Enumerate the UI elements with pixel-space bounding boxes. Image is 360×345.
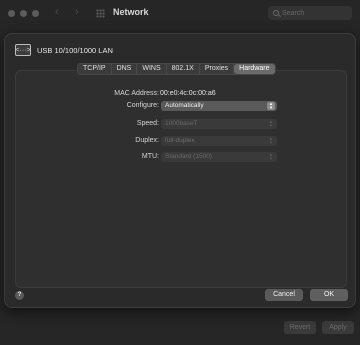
settings-tabs: TCP/IP DNS WINS 802.1X Proxies Hardware	[77, 63, 276, 75]
mtu-label: MTU:	[141, 153, 159, 160]
window-title: Network	[113, 7, 149, 17]
forward-arrow-icon[interactable]: ›	[75, 6, 79, 18]
back-arrow-icon[interactable]: ‹	[55, 6, 59, 18]
ethernet-icon: <···>	[15, 44, 31, 56]
configure-popup[interactable]: Automatically ▴ ▾	[161, 101, 277, 111]
up-down-chevron-icon: ▴ ▾	[269, 152, 273, 162]
minimize-window-button[interactable]	[20, 10, 27, 17]
up-down-chevron-icon: ▴ ▾	[269, 136, 273, 146]
search-placeholder: Search	[282, 9, 305, 17]
duplex-value: full-duplex	[165, 137, 195, 144]
tab-proxies[interactable]: Proxies	[200, 64, 235, 74]
tab-wins[interactable]: WINS	[137, 64, 167, 74]
configure-row: Configure: Automatically ▴ ▾	[5, 100, 357, 112]
title-bar: ‹ › Network Search	[0, 0, 360, 26]
mtu-row: MTU: Standard (1500) ▴ ▾	[5, 151, 357, 163]
show-all-grid-icon[interactable]	[96, 9, 105, 18]
mac-address-label: MAC Address:	[114, 90, 159, 97]
speed-popup[interactable]: 1000baseT ▴ ▾	[161, 119, 277, 129]
mac-address-row: MAC Address: 00:e0:4c:0c:00:a6	[5, 88, 357, 100]
close-window-button[interactable]	[8, 10, 15, 17]
up-down-chevron-icon: ▴ ▾	[269, 119, 273, 129]
ok-button[interactable]: OK	[310, 289, 348, 301]
up-down-chevron-icon: ▴ ▾	[267, 102, 275, 111]
mac-address-value: 00:e0:4c:0c:00:a6	[160, 90, 216, 97]
search-icon	[273, 10, 279, 16]
revert-button[interactable]: Revert	[284, 321, 316, 334]
apply-button[interactable]: Apply	[322, 321, 354, 334]
interface-name: USB 10/100/1000 LAN	[37, 45, 113, 55]
cancel-button[interactable]: Cancel	[265, 289, 303, 301]
help-button[interactable]: ?	[15, 291, 24, 300]
tab-tcpip[interactable]: TCP/IP	[78, 64, 112, 74]
speed-label: Speed:	[136, 120, 159, 127]
speed-row: Speed: 1000baseT ▴ ▾	[5, 118, 357, 130]
duplex-row: Duplex: full-duplex ▴ ▾	[5, 135, 357, 147]
duplex-label: Duplex:	[135, 137, 159, 144]
tab-dns[interactable]: DNS	[112, 64, 138, 74]
configure-label: Configure:	[126, 102, 159, 109]
zoom-window-button[interactable]	[32, 10, 39, 17]
mtu-popup[interactable]: Standard (1500) ▴ ▾	[161, 152, 277, 162]
tab-hardware[interactable]: Hardware	[234, 64, 275, 74]
duplex-popup[interactable]: full-duplex ▴ ▾	[161, 136, 277, 146]
tab-8021x[interactable]: 802.1X	[167, 64, 200, 74]
configure-value: Automatically	[165, 102, 204, 109]
speed-value: 1000baseT	[165, 120, 198, 127]
search-input[interactable]: Search	[268, 6, 352, 20]
hardware-sheet: <···> USB 10/100/1000 LAN TCP/IP DNS WIN…	[4, 33, 356, 308]
mtu-value: Standard (1500)	[165, 153, 212, 160]
interface-header: <···> USB 10/100/1000 LAN	[15, 44, 113, 56]
